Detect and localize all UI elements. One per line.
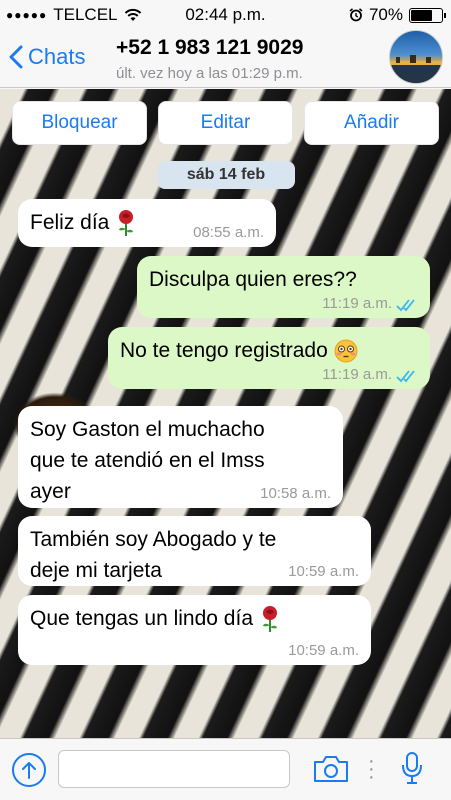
battery-icon	[409, 7, 446, 23]
microphone-icon	[402, 752, 422, 784]
message-bubble-outgoing[interactable]: Disculpa quien eres?? 11:19 a.m.	[137, 256, 430, 318]
chat-header: Chats +52 1 983 121 9029 últ. vez hoy a …	[0, 30, 451, 88]
read-receipt-icon	[396, 299, 415, 312]
message-text: Que tengas un lindo día	[30, 607, 254, 630]
message-text-line: que te atendió en el Imss	[30, 449, 265, 472]
attach-button[interactable]	[12, 753, 46, 787]
back-label: Chats	[28, 44, 86, 69]
battery-percent: 70%	[368, 5, 403, 24]
edit-button[interactable]: Editar	[158, 101, 293, 145]
message-input[interactable]	[58, 750, 290, 788]
more-options-icon[interactable]: · · ·	[368, 751, 375, 787]
status-right: 70%	[349, 5, 446, 25]
rose-icon	[119, 210, 134, 237]
add-contact-button[interactable]: Añadir	[304, 101, 439, 145]
message-time: 10:58 a.m.	[260, 485, 331, 502]
message-time: 08:55 a.m.	[193, 224, 264, 241]
avatar-image	[390, 55, 442, 83]
alarm-icon	[349, 8, 363, 22]
avatar[interactable]	[389, 30, 443, 84]
message-time: 10:59 a.m.	[288, 563, 359, 580]
last-seen-status: últ. vez hoy a las 01:29 p.m.	[116, 65, 303, 82]
battery-fill	[411, 9, 432, 21]
flushed-face-icon	[334, 339, 358, 363]
microphone-button[interactable]	[401, 751, 423, 790]
chat-area[interactable]: Bloquear Editar Añadir sáb 14 feb Feliz …	[0, 89, 451, 738]
chevron-left-icon	[9, 45, 23, 69]
message-bubble-incoming[interactable]: Feliz día 08:55 a.m.	[18, 199, 276, 247]
rose-icon	[262, 606, 277, 633]
camera-icon	[314, 756, 348, 782]
message-bubble-outgoing[interactable]: No te tengo registrado 11:19 a.m.	[108, 327, 430, 389]
message-time: 11:19 a.m.	[322, 366, 392, 383]
message-text: No te tengo registrado	[120, 339, 328, 362]
date-separator: sáb 14 feb	[157, 161, 295, 189]
contact-name[interactable]: +52 1 983 121 9029	[116, 36, 303, 60]
status-bar: ●●●●● TELCEL 02:44 p.m. 70%	[0, 0, 451, 30]
message-text: Feliz día	[30, 211, 110, 234]
message-time: 11:19 a.m.	[322, 295, 392, 312]
message-text-line: También soy Abogado y te	[30, 528, 277, 551]
back-button[interactable]: Chats	[8, 44, 85, 70]
camera-button[interactable]	[313, 755, 349, 788]
message-bubble-incoming[interactable]: Soy Gaston el muchacho que te atendió en…	[18, 406, 343, 508]
message-bubble-incoming[interactable]: Que tengas un lindo día 10:59 a.m.	[18, 595, 371, 665]
block-button[interactable]: Bloquear	[12, 101, 147, 145]
message-time: 10:59 a.m.	[288, 642, 359, 659]
message-text-line: Soy Gaston el muchacho	[30, 418, 265, 441]
message-input-bar: · · ·	[0, 738, 451, 800]
arrow-up-icon	[22, 762, 36, 779]
read-receipt-icon	[396, 370, 415, 383]
message-bubble-incoming[interactable]: También soy Abogado y te deje mi tarjeta…	[18, 516, 371, 586]
message-text: Disculpa quien eres??	[149, 268, 357, 291]
